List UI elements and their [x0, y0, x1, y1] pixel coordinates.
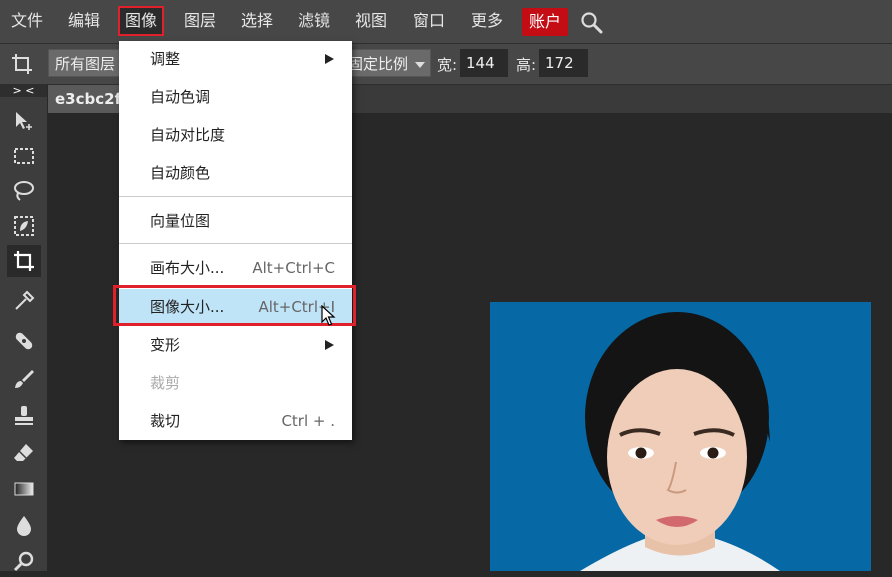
- marquee-tool-icon[interactable]: [7, 140, 41, 172]
- menu-item-label: 自动颜色: [150, 164, 211, 182]
- layers-dropdown[interactable]: 所有图层: [48, 49, 123, 77]
- menu-item-auto-tone[interactable]: 自动色调: [119, 79, 352, 115]
- menu-item-shortcut: Ctrl + .: [281, 412, 335, 430]
- submenu-arrow-icon: [325, 340, 334, 350]
- menu-item-canvas-size[interactable]: 画布大小... Alt+Ctrl+C: [119, 250, 352, 286]
- menu-item-auto-contrast[interactable]: 自动对比度: [119, 117, 352, 153]
- eyedropper-tool-icon[interactable]: [7, 285, 41, 317]
- menu-item-label: 裁切: [150, 412, 181, 430]
- chevron-down-icon: [415, 62, 425, 68]
- width-input[interactable]: 144: [460, 49, 508, 77]
- menu-divider: [119, 243, 352, 244]
- menu-item-trim[interactable]: 裁切 Ctrl + .: [119, 403, 352, 439]
- move-tool-icon[interactable]: [7, 105, 41, 137]
- menu-item-auto-color[interactable]: 自动颜色: [119, 155, 352, 191]
- menu-item-shortcut: Alt+Ctrl+C: [252, 259, 335, 277]
- menu-edit[interactable]: 编辑: [63, 8, 105, 34]
- menu-filter[interactable]: 滤镜: [293, 8, 335, 34]
- ratio-dropdown[interactable]: 固定比例: [343, 49, 431, 77]
- gradient-tool-icon[interactable]: [7, 473, 41, 505]
- crop-icon: [12, 54, 32, 74]
- account-button[interactable]: 账户: [522, 8, 568, 36]
- menu-window[interactable]: 窗口: [408, 8, 450, 34]
- height-label: 高:: [516, 56, 537, 74]
- menu-layer[interactable]: 图层: [179, 8, 221, 34]
- menu-more[interactable]: 更多: [466, 8, 508, 34]
- menu-image[interactable]: 图像: [117, 6, 165, 36]
- menu-bar: 文件 编辑 图像 图层 选择 滤镜 视图 窗口 更多 账户: [0, 0, 892, 44]
- menu-item-label: 裁剪: [150, 374, 181, 392]
- menu-item-label: 自动对比度: [150, 126, 226, 144]
- menu-item-transform[interactable]: 变形: [119, 327, 352, 363]
- menu-item-label: 画布大小...: [150, 259, 225, 277]
- stamp-tool-icon[interactable]: [7, 400, 41, 432]
- mouse-cursor-icon: [321, 305, 336, 326]
- menu-item-label: 自动色调: [150, 88, 211, 106]
- menu-item-crop: 裁剪: [119, 365, 352, 401]
- menu-item-adjust[interactable]: 调整: [119, 41, 352, 77]
- menu-item-vectorize[interactable]: 向量位图: [119, 203, 352, 239]
- menu-item-label: 向量位图: [150, 212, 211, 230]
- zoom-tool-icon[interactable]: [7, 545, 41, 577]
- brush-tool-icon[interactable]: [7, 363, 41, 395]
- menu-view[interactable]: 视图: [350, 8, 392, 34]
- menu-item-image-size[interactable]: 图像大小... Alt+Ctrl+I: [119, 289, 352, 325]
- healing-tool-icon[interactable]: [7, 325, 41, 357]
- blur-tool-icon[interactable]: [7, 509, 41, 541]
- ratio-dropdown-label: 固定比例: [348, 55, 409, 73]
- menu-select[interactable]: 选择: [236, 8, 278, 34]
- search-icon[interactable]: [580, 11, 604, 35]
- submenu-arrow-icon: [325, 54, 334, 64]
- id-photo: [490, 302, 871, 571]
- toolbar-collapse-button[interactable]: > <: [0, 85, 47, 97]
- tools-panel: > <: [0, 85, 47, 572]
- lasso-tool-icon[interactable]: [7, 175, 41, 207]
- menu-item-label: 图像大小...: [150, 298, 225, 316]
- crop-tool-icon[interactable]: [7, 245, 41, 277]
- menu-divider: [119, 196, 352, 197]
- menu-item-label: 调整: [150, 50, 181, 68]
- width-label: 宽:: [437, 56, 458, 74]
- image-menu-dropdown: 调整 自动色调 自动对比度 自动颜色 向量位图 画布大小... Alt+Ctrl…: [119, 41, 352, 440]
- quick-select-tool-icon[interactable]: [7, 210, 41, 242]
- portrait-image: [490, 302, 871, 571]
- menu-file[interactable]: 文件: [6, 8, 48, 34]
- eraser-tool-icon[interactable]: [7, 437, 41, 469]
- document-tab[interactable]: e3cbc2f4: [48, 85, 120, 113]
- menu-item-label: 变形: [150, 336, 181, 354]
- height-input[interactable]: 172: [539, 49, 588, 77]
